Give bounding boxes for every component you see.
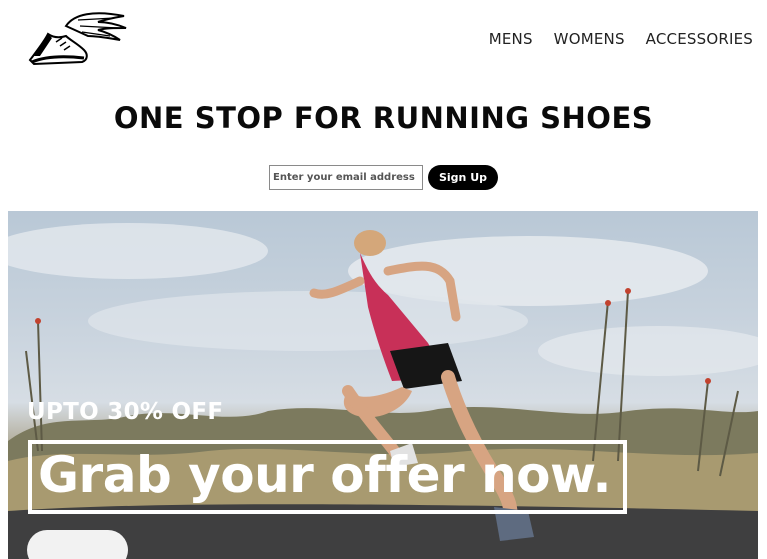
discount-headline: UPTO 30% OFF [27, 399, 224, 425]
shop-now-button[interactable] [27, 530, 128, 559]
page-title: ONE STOP FOR RUNNING SHOES [113, 101, 654, 135]
site-header: MENS WOMENS ACCESSORIES [0, 0, 767, 80]
sign-up-button[interactable]: Sign Up [428, 165, 498, 190]
nav-link-accessories[interactable]: ACCESSORIES [646, 30, 753, 48]
main-nav: MENS WOMENS ACCESSORIES [489, 30, 753, 48]
newsletter-signup-form: Sign Up [269, 165, 498, 190]
offer-callout: Grab your offer now. [28, 440, 627, 514]
nav-link-womens[interactable]: WOMENS [554, 30, 625, 48]
hero-banner: UPTO 30% OFF Grab your offer now. [8, 211, 758, 559]
offer-text: Grab your offer now. [38, 446, 612, 504]
winged-shoe-logo-icon[interactable] [26, 8, 130, 70]
nav-link-mens[interactable]: MENS [489, 30, 533, 48]
email-input[interactable] [269, 165, 423, 190]
